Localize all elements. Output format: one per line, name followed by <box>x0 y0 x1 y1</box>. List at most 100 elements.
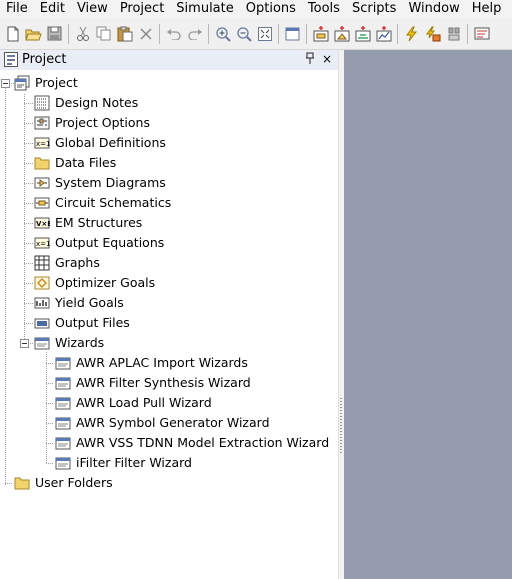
delete-icon[interactable] <box>135 23 156 45</box>
em-structure-icon: V×E <box>34 215 52 231</box>
tree-item-label: Wizards <box>55 335 105 350</box>
collapse-wizards-toggle[interactable] <box>20 339 29 348</box>
tree-item-symbol-generator-wizard[interactable]: AWR Symbol Generator Wizard <box>55 413 270 433</box>
tree-item-project[interactable]: Project <box>14 73 78 93</box>
zoom-out-icon[interactable] <box>233 23 254 45</box>
tree-line <box>46 423 54 424</box>
new-icon[interactable] <box>2 23 23 45</box>
zoom-fit-icon[interactable] <box>254 23 275 45</box>
menu-simulate[interactable]: Simulate <box>170 0 239 18</box>
save-icon[interactable] <box>44 23 65 45</box>
tree-line <box>46 352 47 464</box>
tree-item-filter-synthesis-wizard[interactable]: AWR Filter Synthesis Wizard <box>55 373 251 393</box>
wizard-icon <box>55 455 71 471</box>
tree-item-label: User Folders <box>35 475 113 490</box>
toolbar-separator <box>208 23 209 44</box>
tree-item-label: System Diagrams <box>55 175 166 190</box>
tree-item-vss-tdnn-wizard[interactable]: AWR VSS TDNN Model Extraction Wizard <box>55 433 329 453</box>
tree-item-output-files[interactable]: Output Files <box>34 313 130 333</box>
menu-window[interactable]: Window <box>402 0 465 18</box>
project-icon <box>14 75 30 91</box>
tree-item-graphs[interactable]: Graphs <box>34 253 100 273</box>
optimizer-icon <box>34 275 50 291</box>
undo-icon[interactable] <box>163 23 184 45</box>
tree-item-data-files[interactable]: Data Files <box>34 153 116 173</box>
tree-line <box>24 303 33 304</box>
tree-item-label: AWR APLAC Import Wizards <box>76 355 248 370</box>
tree-line <box>24 203 33 204</box>
toolbar-separator <box>159 23 160 44</box>
add-graph-icon[interactable] <box>373 23 394 45</box>
project-panel: Project × Project Design Notes Project O… <box>0 50 338 579</box>
tree-item-system-diagrams[interactable]: System Diagrams <box>34 173 166 193</box>
tree-line <box>5 88 6 486</box>
tree-line <box>24 103 33 104</box>
add-schematic-icon[interactable] <box>310 23 331 45</box>
tree-item-label: Output Equations <box>55 235 165 250</box>
add-system-icon[interactable] <box>331 23 352 45</box>
menu-file[interactable]: File <box>0 0 34 18</box>
tree-item-ifilter-wizard[interactable]: iFilter Filter Wizard <box>55 453 192 473</box>
add-em-icon[interactable] <box>352 23 373 45</box>
copy-icon[interactable] <box>93 23 114 45</box>
tree-item-label: Yield Goals <box>55 295 124 310</box>
system-diagram-icon <box>34 175 50 191</box>
toolbar-separator <box>278 23 279 44</box>
mdi-workspace <box>344 50 512 579</box>
collapse-project-toggle[interactable] <box>1 79 10 88</box>
tree-item-label: Graphs <box>55 255 100 270</box>
tree-line <box>24 243 33 244</box>
tree-item-label: iFilter Filter Wizard <box>76 455 192 470</box>
tree-item-project-options[interactable]: Project Options <box>34 113 150 133</box>
tree-item-label: Project <box>35 75 78 90</box>
tree-line <box>24 163 33 164</box>
tree-item-aplac-import-wizards[interactable]: AWR APLAC Import Wizards <box>55 353 248 373</box>
pin-icon[interactable] <box>304 52 316 66</box>
window-icon[interactable] <box>282 23 303 45</box>
tree-item-label: AWR Filter Synthesis Wizard <box>76 375 251 390</box>
tree-item-design-notes[interactable]: Design Notes <box>34 93 138 113</box>
open-icon[interactable] <box>23 23 44 45</box>
menu-edit[interactable]: Edit <box>34 0 71 18</box>
tree-item-output-equations[interactable]: x=1 Output Equations <box>34 233 164 253</box>
tree-item-label: AWR Symbol Generator Wizard <box>76 415 270 430</box>
tree-item-label: Output Files <box>55 315 130 330</box>
tree-item-em-structures[interactable]: V×E EM Structures <box>34 213 142 233</box>
output-icon[interactable] <box>471 23 492 45</box>
tree-item-load-pull-wizard[interactable]: AWR Load Pull Wizard <box>55 393 212 413</box>
zoom-in-icon[interactable] <box>212 23 233 45</box>
menu-tools[interactable]: Tools <box>302 0 346 18</box>
toolbar <box>0 18 512 50</box>
tree-item-wizards[interactable]: Wizards <box>34 333 104 353</box>
tune-icon[interactable] <box>422 23 443 45</box>
notes-icon <box>34 95 50 111</box>
splitter-grip[interactable] <box>340 398 342 454</box>
tree-item-user-folders[interactable]: User Folders <box>14 473 113 493</box>
wizard-icon <box>55 435 71 451</box>
paste-icon[interactable] <box>114 23 135 45</box>
stop-icon[interactable] <box>443 23 464 45</box>
simulate-icon[interactable] <box>401 23 422 45</box>
menu-options[interactable]: Options <box>240 0 302 18</box>
redo-icon[interactable] <box>184 23 205 45</box>
menu-help[interactable]: Help <box>466 0 508 18</box>
svg-text:x=1: x=1 <box>36 140 50 148</box>
svg-text:x=1: x=1 <box>36 240 50 248</box>
tree-item-optimizer-goals[interactable]: Optimizer Goals <box>34 273 155 293</box>
tree-item-yield-goals[interactable]: Yield Goals <box>34 293 124 313</box>
toolbar-separator <box>306 23 307 44</box>
tree-line <box>24 94 25 342</box>
tree-line <box>30 343 33 344</box>
menu-scripts[interactable]: Scripts <box>346 0 402 18</box>
wizard-icon <box>55 375 71 391</box>
tree-item-label: Global Definitions <box>55 135 166 150</box>
cut-icon[interactable] <box>72 23 93 45</box>
close-icon[interactable]: × <box>321 52 333 66</box>
tree-item-label: Circuit Schematics <box>55 195 172 210</box>
folder-icon <box>14 475 30 491</box>
tree-item-circuit-schematics[interactable]: Circuit Schematics <box>34 193 171 213</box>
panel-header: Project × <box>0 50 338 70</box>
tree-item-global-definitions[interactable]: x=1 Global Definitions <box>34 133 166 153</box>
menu-project[interactable]: Project <box>114 0 170 18</box>
menu-view[interactable]: View <box>71 0 114 18</box>
